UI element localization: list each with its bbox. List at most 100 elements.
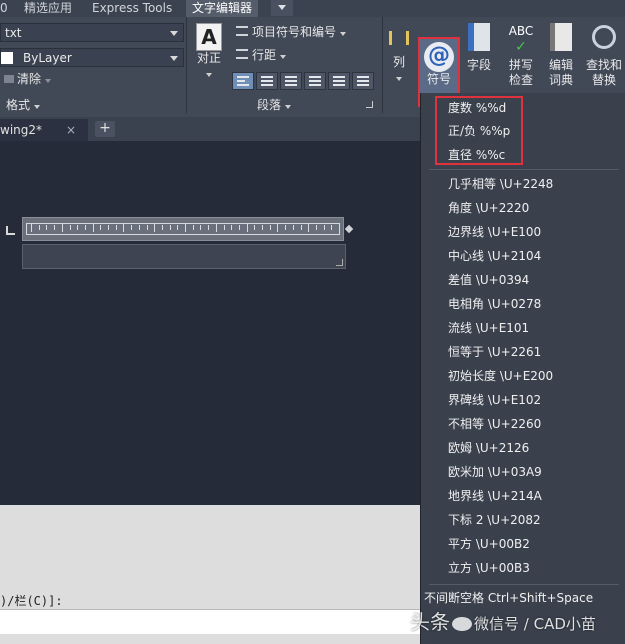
panel-launcher-icon[interactable] <box>366 101 373 108</box>
align-distribute-button[interactable] <box>328 72 350 90</box>
document-tab-name: wing2* <box>0 123 43 137</box>
menu-item-plus-minus[interactable]: 正/负 %%p <box>448 122 510 140</box>
menu-item[interactable]: 角度 \U+2220 <box>448 199 529 217</box>
ruler-tick <box>308 224 310 232</box>
ruler-tick <box>185 224 186 232</box>
tab-featured-apps[interactable]: 精选应用 <box>24 0 72 17</box>
new-tab-button[interactable]: + <box>95 121 115 137</box>
chevron-down-icon <box>279 55 286 59</box>
chevron-down-icon <box>339 32 346 36</box>
ruler-tick <box>146 225 148 230</box>
tab-stop-icon[interactable] <box>6 226 15 235</box>
ruler-tick <box>54 225 56 230</box>
ruler-tick <box>285 225 287 230</box>
command-input[interactable] <box>0 609 420 634</box>
format-panel-title[interactable]: 格式 <box>6 98 40 113</box>
ruler-tick <box>315 225 317 230</box>
tab-partial[interactable]: 0 <box>0 0 8 17</box>
menu-item[interactable]: 中心线 \U+2104 <box>448 247 541 265</box>
magnifier-icon <box>592 25 616 49</box>
mtext-edit-box[interactable] <box>22 244 346 269</box>
align-left-button[interactable] <box>232 72 254 90</box>
ruler-tick <box>215 224 217 232</box>
panel-divider <box>382 17 383 113</box>
menu-item[interactable]: 欧姆 \U+2126 <box>448 439 529 457</box>
find-replace-label-2: 替换 <box>591 73 616 87</box>
chevron-down-icon <box>284 105 291 109</box>
align-right-button[interactable] <box>280 72 302 90</box>
line-spacing-button[interactable]: 行距 <box>236 48 286 63</box>
ruler-tick <box>277 224 279 232</box>
ruler-tick <box>92 224 94 232</box>
menu-item[interactable]: 界碑线 \U+E102 <box>448 391 541 409</box>
text-style-value: txt <box>5 26 22 40</box>
chevron-down-icon <box>44 79 51 83</box>
justify-button[interactable]: A 对正 <box>192 23 226 81</box>
tab-dropdown-button[interactable] <box>271 0 293 16</box>
columns-button[interactable]: 列 <box>386 31 412 85</box>
edit-dictionary-button[interactable]: 编辑 词典 <box>542 23 580 88</box>
color-select[interactable]: ByLayer <box>0 48 184 67</box>
text-ruler[interactable] <box>22 217 344 241</box>
menu-item-degree[interactable]: 度数 %%d <box>448 99 506 117</box>
ruler-tick <box>200 225 202 230</box>
text-style-select[interactable]: txt <box>0 23 184 42</box>
menu-item-nonbreaking-space[interactable]: 不间断空格 Ctrl+Shift+Space <box>424 589 593 607</box>
menu-divider <box>429 169 619 170</box>
menu-item[interactable]: 不相等 \U+2260 <box>448 415 541 433</box>
watermark: 头条 微信号 / CAD小苗 <box>410 606 596 635</box>
ruler-tick <box>246 224 248 232</box>
paragraph-settings-button[interactable] <box>352 72 374 90</box>
menu-item[interactable]: 欧米加 \U+03A9 <box>448 463 542 481</box>
ruler-tick <box>169 225 171 230</box>
menu-item[interactable]: 地界线 \U+214A <box>448 487 542 505</box>
menu-item[interactable]: 流线 \U+E101 <box>448 319 529 337</box>
ruler-scale <box>26 223 340 235</box>
menu-item[interactable]: 初始长度 \U+E200 <box>448 367 553 385</box>
ruler-tick <box>254 225 256 230</box>
list-icon <box>236 26 248 36</box>
menu-item[interactable]: 几乎相等 \U+2248 <box>448 175 553 193</box>
find-replace-button[interactable]: 查找和 替换 <box>583 23 625 88</box>
menu-item[interactable]: 平方 \U+00B2 <box>448 535 530 553</box>
tab-text-editor[interactable]: 文字编辑器 <box>186 0 259 17</box>
menu-item[interactable]: 下标 2 \U+2082 <box>448 511 541 529</box>
menu-item-diameter[interactable]: 直径 %%c <box>448 146 505 164</box>
ruler-tick <box>208 225 210 230</box>
columns-label: 列 <box>392 55 405 69</box>
align-center-button[interactable] <box>256 72 278 90</box>
tab-express-tools[interactable]: Express Tools <box>92 0 172 17</box>
symbol-label: 符号 <box>426 72 451 86</box>
eraser-icon <box>4 75 14 83</box>
clear-button[interactable]: 清除 <box>4 72 51 87</box>
dictionary-icon <box>550 23 572 51</box>
paragraph-panel-title[interactable]: 段落 <box>257 98 291 113</box>
document-tab[interactable]: wing2* × <box>0 119 88 141</box>
command-history-line: )/栏(C)]: <box>0 594 63 608</box>
drawing-canvas[interactable] <box>0 141 420 505</box>
watermark-right: 微信号 / CAD小苗 <box>474 615 596 633</box>
ruler-tick <box>123 224 125 232</box>
symbol-dropdown-menu: 度数 %%d 正/负 %%p 直径 %%c 几乎相等 \U+2248 角度 \U… <box>420 93 625 644</box>
menu-item[interactable]: 电相角 \U+0278 <box>448 295 541 313</box>
menu-item[interactable]: 边界线 \U+E100 <box>448 223 541 241</box>
field-label: 字段 <box>466 58 491 72</box>
chevron-down-icon <box>170 31 178 36</box>
columns-icon <box>389 31 409 45</box>
close-icon[interactable]: × <box>66 119 76 141</box>
menu-item[interactable]: 立方 \U+00B3 <box>448 559 530 577</box>
resize-grip-icon[interactable] <box>336 259 343 266</box>
ruler-tick <box>115 225 117 230</box>
field-button[interactable]: 字段 <box>462 23 496 73</box>
menu-item[interactable]: 差值 \U+0394 <box>448 271 529 289</box>
ruler-tick <box>238 225 240 230</box>
menu-item[interactable]: 恒等于 \U+2261 <box>448 343 541 361</box>
align-justify-button[interactable] <box>304 72 326 90</box>
ruler-tick <box>154 224 156 232</box>
command-window: )/栏(C)]: <box>0 505 420 644</box>
spell-check-button[interactable]: ABC ✓ 拼写 检查 <box>502 23 540 88</box>
menu-divider <box>429 584 619 585</box>
bullets-button[interactable]: 项目符号和编号 <box>236 25 346 40</box>
clear-label: 清除 <box>17 72 42 86</box>
justify-label: 对正 <box>196 51 221 65</box>
